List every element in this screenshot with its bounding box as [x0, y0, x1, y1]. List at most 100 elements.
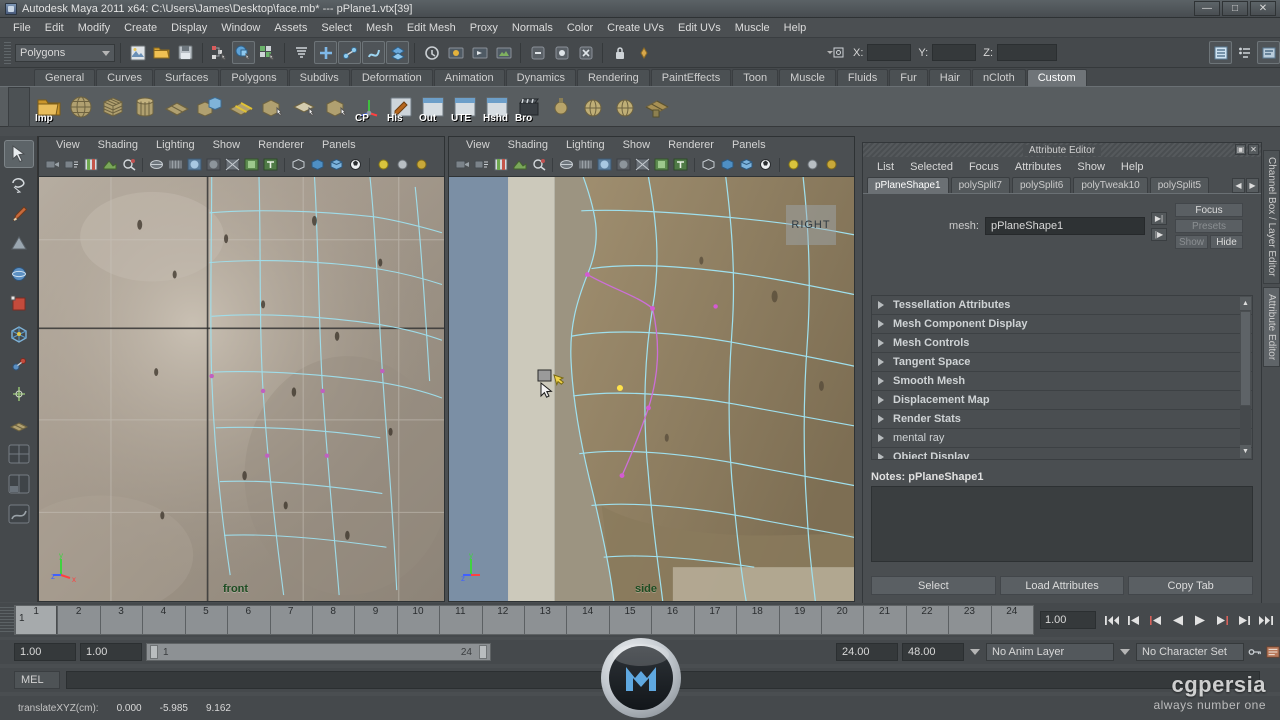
anim-layer-menu[interactable]: No Anim Layer	[986, 643, 1114, 661]
scroll-up-icon[interactable]: ▲	[1240, 297, 1251, 310]
copy-tab-button[interactable]: Copy Tab	[1128, 576, 1254, 595]
close-button[interactable]: ✕	[1250, 1, 1276, 16]
auto-key-icon[interactable]	[1248, 643, 1262, 661]
shelf-item-sphere[interactable]	[66, 90, 96, 124]
component-mask-icon[interactable]	[290, 41, 313, 64]
menu-edit[interactable]: Edit	[38, 20, 71, 36]
shelf-tab-curves[interactable]: Curves	[96, 69, 153, 86]
menu-help[interactable]: Help	[777, 20, 814, 36]
image-plane-icon[interactable]	[101, 156, 118, 173]
tab-scroll-left-icon[interactable]: ◀	[1232, 178, 1245, 193]
shelf-tab-animation[interactable]: Animation	[433, 69, 505, 86]
front-viewport[interactable]: y z x front	[39, 177, 444, 601]
move-tool[interactable]	[4, 230, 34, 258]
side-menu-renderer[interactable]: Renderer	[659, 139, 723, 151]
selection-mode-menu[interactable]: Polygons	[15, 43, 115, 62]
show-channel-box-icon[interactable]	[1209, 41, 1232, 64]
menu-modify[interactable]: Modify	[71, 20, 117, 36]
side-tab-attribute-editor[interactable]: Attribute Editor	[1263, 286, 1280, 367]
side-menu-panels[interactable]: Panels	[723, 139, 775, 151]
ae-menu-selected[interactable]: Selected	[902, 161, 961, 173]
bookmark-icon[interactable]	[492, 156, 509, 173]
time-slider-track[interactable]: 1 1 2 3 4 5 6 7 8 9 10 11 12 13 14 15 16 17 18 19 20 21 22 23 2…	[14, 605, 1034, 635]
shelf-tab-muscle[interactable]: Muscle	[779, 69, 836, 86]
notes-input[interactable]	[871, 486, 1253, 562]
text-display-icon[interactable]	[672, 156, 689, 173]
close-icon[interactable]: ✕	[1248, 144, 1259, 155]
step-forward-key-button[interactable]	[1234, 610, 1254, 630]
select-by-object-icon[interactable]	[232, 41, 255, 64]
wireframe-shading-icon[interactable]	[558, 156, 575, 173]
shelf-tab-painteffects[interactable]: PaintEffects	[650, 69, 732, 86]
front-menu-panels[interactable]: Panels	[313, 139, 365, 151]
layout-four-view[interactable]	[4, 440, 34, 468]
select-by-component-icon[interactable]	[256, 41, 279, 64]
shelf-tab-custom[interactable]: Custom	[1026, 69, 1087, 86]
shelf-options-button[interactable]	[8, 87, 30, 127]
toolbar-grip[interactable]	[4, 41, 11, 64]
show-attribute-editor-icon[interactable]	[1233, 41, 1256, 64]
presets-button[interactable]: Presets	[1175, 219, 1243, 233]
tab-scroll-right-icon[interactable]: ▶	[1246, 178, 1259, 193]
smooth-shade-icon[interactable]	[577, 156, 594, 173]
menu-mesh[interactable]: Mesh	[359, 20, 400, 36]
menu-select[interactable]: Select	[314, 20, 359, 36]
shelf-item-light-icon[interactable]	[546, 90, 576, 124]
ae-menu-show[interactable]: Show	[1069, 161, 1113, 173]
wireframe-on-shaded-icon[interactable]	[290, 156, 307, 173]
select-camera-icon[interactable]	[44, 156, 61, 173]
shelf-tab-ncloth[interactable]: nCloth	[971, 69, 1026, 86]
side-viewport[interactable]: RIGHT y z side	[449, 177, 854, 601]
side-menu-shading[interactable]: Shading	[499, 139, 557, 151]
step-back-key-button[interactable]	[1124, 610, 1144, 630]
shelf-tab-polygons[interactable]: Polygons	[220, 69, 288, 86]
key-attribute-icon[interactable]	[632, 41, 655, 64]
menu-muscle[interactable]: Muscle	[728, 20, 777, 36]
shelf-tab-dynamics[interactable]: Dynamics	[505, 69, 576, 86]
toggle-c-icon[interactable]	[574, 41, 597, 64]
shadows-icon[interactable]	[823, 156, 840, 173]
shelf-item-cut-icon[interactable]	[322, 90, 352, 124]
select-by-hierarchy-icon[interactable]	[208, 41, 231, 64]
menu-display[interactable]: Display	[164, 20, 214, 36]
section-object-display[interactable]: Object Display	[872, 448, 1252, 459]
new-scene-icon[interactable]	[126, 41, 149, 64]
undock-icon[interactable]: ▣	[1235, 144, 1246, 155]
range-end-handle[interactable]	[479, 645, 487, 659]
ae-menu-focus[interactable]: Focus	[961, 161, 1007, 173]
shelf-tab-fur[interactable]: Fur	[889, 69, 928, 86]
smooth-shade-icon[interactable]	[167, 156, 184, 173]
wireframe-shading-icon[interactable]	[148, 156, 165, 173]
image-plane-icon[interactable]	[511, 156, 528, 173]
shelf-item-import[interactable]: Imp	[34, 90, 64, 124]
section-displacement-map[interactable]: Displacement Map	[872, 391, 1252, 410]
shelf-item-bro[interactable]: Bro	[514, 90, 544, 124]
ipr-render-icon[interactable]	[468, 41, 491, 64]
ae-menu-attributes[interactable]: Attributes	[1007, 161, 1069, 173]
y-input[interactable]	[932, 44, 977, 61]
front-menu-show[interactable]: Show	[204, 139, 250, 151]
ae-tab-polysplit5[interactable]: polySplit5	[1149, 177, 1210, 193]
play-forwards-button[interactable]	[1190, 610, 1210, 630]
render-view-icon[interactable]	[444, 41, 467, 64]
high-quality-render-icon[interactable]	[757, 156, 774, 173]
text-display-icon[interactable]	[262, 156, 279, 173]
high-quality-render-icon[interactable]	[347, 156, 364, 173]
character-set-menu[interactable]: No Character Set	[1136, 643, 1244, 661]
menu-normals[interactable]: Normals	[505, 20, 560, 36]
playback-end-time-field[interactable]: 24.00	[836, 643, 898, 661]
bookmark-icon[interactable]	[82, 156, 99, 173]
shelf-tab-toon[interactable]: Toon	[732, 69, 779, 86]
section-mesh-component-display[interactable]: Mesh Component Display	[872, 315, 1252, 334]
ae-menu-help[interactable]: Help	[1113, 161, 1152, 173]
hardware-texturing-icon[interactable]	[328, 156, 345, 173]
section-tangent-space[interactable]: Tangent Space	[872, 353, 1252, 372]
shaded-sphere-icon[interactable]	[186, 156, 203, 173]
shelf-tab-hair[interactable]: Hair	[928, 69, 971, 86]
save-scene-icon[interactable]	[174, 41, 197, 64]
construction-history-icon[interactable]	[420, 41, 443, 64]
rotate-tool[interactable]	[4, 260, 34, 288]
layout-two-pane[interactable]	[4, 470, 34, 498]
menu-proxy[interactable]: Proxy	[463, 20, 505, 36]
minimize-button[interactable]: —	[1194, 1, 1220, 16]
